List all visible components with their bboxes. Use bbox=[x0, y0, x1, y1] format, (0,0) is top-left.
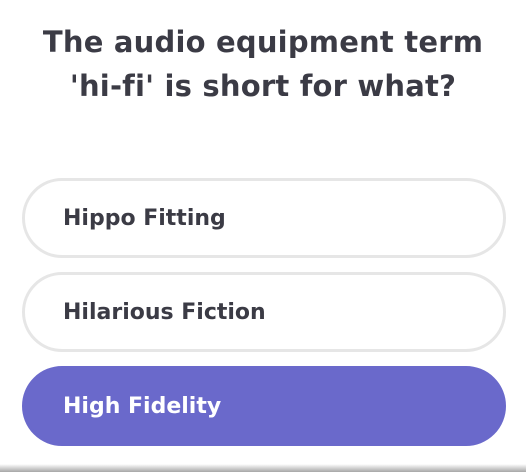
answer-option-label: Hippo Fitting bbox=[63, 205, 226, 231]
answer-option-label: High Fidelity bbox=[63, 393, 222, 419]
answer-option-hippo-fitting[interactable]: Hippo Fitting bbox=[22, 178, 506, 258]
answer-list: Hippo Fitting Hilarious Fiction High Fid… bbox=[22, 178, 506, 460]
answer-option-hilarious-fiction[interactable]: Hilarious Fiction bbox=[22, 272, 506, 352]
answer-option-high-fidelity[interactable]: High Fidelity bbox=[22, 366, 506, 446]
quiz-card: The audio equipment term 'hi-fi' is shor… bbox=[0, 0, 526, 472]
bottom-edge-shadow bbox=[0, 464, 526, 472]
question-text: The audio equipment term 'hi-fi' is shor… bbox=[42, 25, 484, 103]
answer-option-label: Hilarious Fiction bbox=[63, 299, 266, 325]
